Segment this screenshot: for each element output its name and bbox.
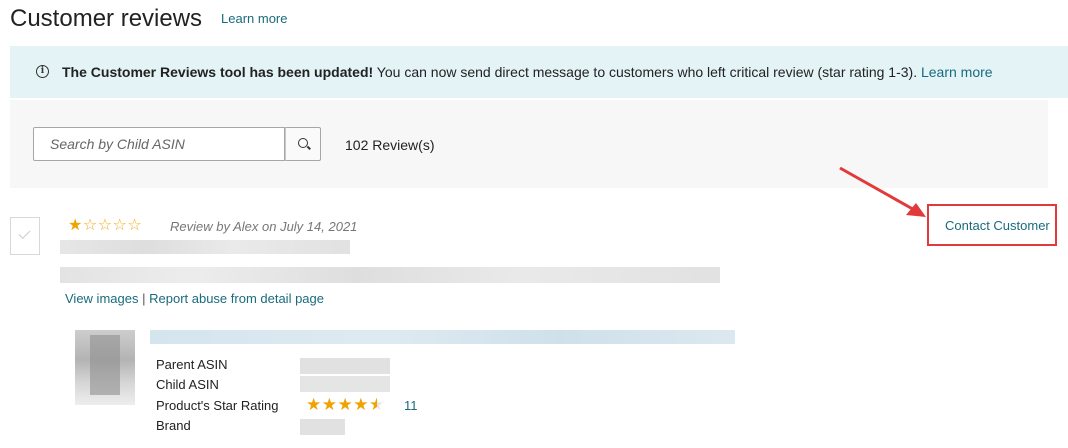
star-rating-label: Product's Star Rating [156,398,279,413]
brand-label: Brand [156,418,191,433]
star-filled-icon: ★ [353,395,369,414]
redacted-review-body [60,267,720,283]
redacted-brand [300,419,345,435]
learn-more-link[interactable]: Learn more [221,11,287,26]
banner-bold-text: The Customer Reviews tool has been updat… [62,64,374,80]
redacted-parent-asin [300,358,390,374]
product-rating-count[interactable]: 11 [404,398,418,413]
link-separator: | [142,291,146,306]
redacted-child-asin [300,376,390,392]
redacted-product-title [150,330,735,344]
parent-asin-label: Parent ASIN [156,357,228,372]
review-links: View images | Report abuse from detail p… [65,291,324,306]
review-byline: Review by Alex on July 14, 2021 [170,219,358,234]
child-asin-label: Child ASIN [156,377,219,392]
page-title: Customer reviews [10,5,203,32]
contact-customer-link[interactable]: Contact Customer [945,218,1050,233]
search-button[interactable] [285,127,321,161]
review-count: 102 Review(s) [345,137,435,153]
info-icon: i [36,65,49,78]
redacted-review-title [60,240,350,254]
banner-learn-more-link[interactable]: Learn more [921,64,993,80]
update-banner: i The Customer Reviews tool has been upd… [10,46,1068,98]
star-empty-icon: ☆ [82,217,98,234]
star-half-icon: ★ [369,395,385,414]
report-abuse-link[interactable]: Report abuse from detail page [149,291,324,306]
star-filled-icon: ★ [337,395,354,414]
star-filled-icon: ★ [306,395,322,414]
product-thumbnail [75,330,135,405]
star-empty-icon: ☆ [127,217,143,234]
product-star-rating: ★★★★★ [306,396,385,413]
star-filled-icon: ★ [321,395,338,414]
review-star-rating: ★☆☆☆☆ [68,218,142,234]
star-filled-icon: ★ [68,217,83,234]
review-select-checkbox[interactable] [10,217,40,255]
check-icon [18,226,31,240]
view-images-link[interactable]: View images [65,291,138,306]
red-arrow-annotation [839,166,926,217]
banner-text: You can now send direct message to custo… [373,64,921,80]
star-empty-icon: ☆ [112,217,128,234]
search-input[interactable] [33,127,285,161]
banner-message: The Customer Reviews tool has been updat… [62,64,993,80]
star-empty-icon: ☆ [97,217,113,234]
